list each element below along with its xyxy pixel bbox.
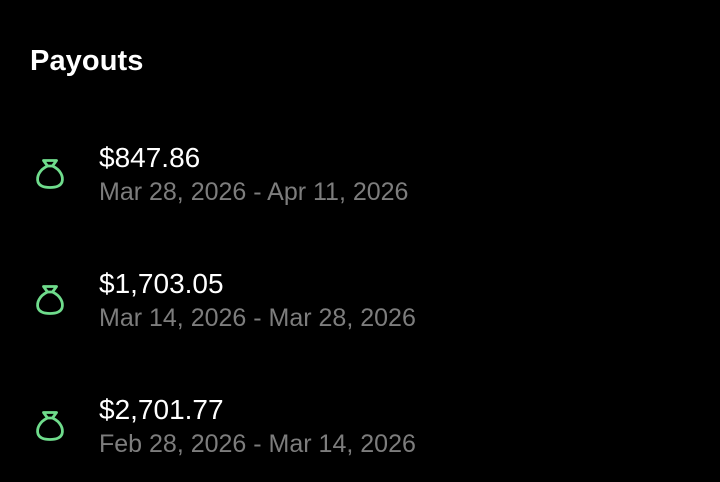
payout-amount: $2,701.77 xyxy=(99,394,224,425)
money-bag-icon xyxy=(31,153,69,191)
payout-list: $847.86 Mar 28, 2026 - Apr 11, 2026 $1,7… xyxy=(0,0,720,482)
payout-date-range: Feb 28, 2026 - Mar 14, 2026 xyxy=(99,430,416,458)
payout-date-range: Mar 28, 2026 - Apr 11, 2026 xyxy=(99,178,409,206)
payout-amount: $1,703.05 xyxy=(99,268,224,299)
payout-date-range: Mar 14, 2026 - Mar 28, 2026 xyxy=(99,304,416,332)
money-bag-icon xyxy=(31,405,69,443)
payout-item[interactable]: $1,703.05 Mar 14, 2026 - Mar 28, 2026 xyxy=(0,264,720,344)
payout-amount: $847.86 xyxy=(99,142,201,173)
payout-item[interactable]: $2,701.77 Feb 28, 2026 - Mar 14, 2026 xyxy=(0,390,720,470)
money-bag-icon xyxy=(31,279,69,317)
payout-item[interactable]: $847.86 Mar 28, 2026 - Apr 11, 2026 xyxy=(0,138,720,218)
